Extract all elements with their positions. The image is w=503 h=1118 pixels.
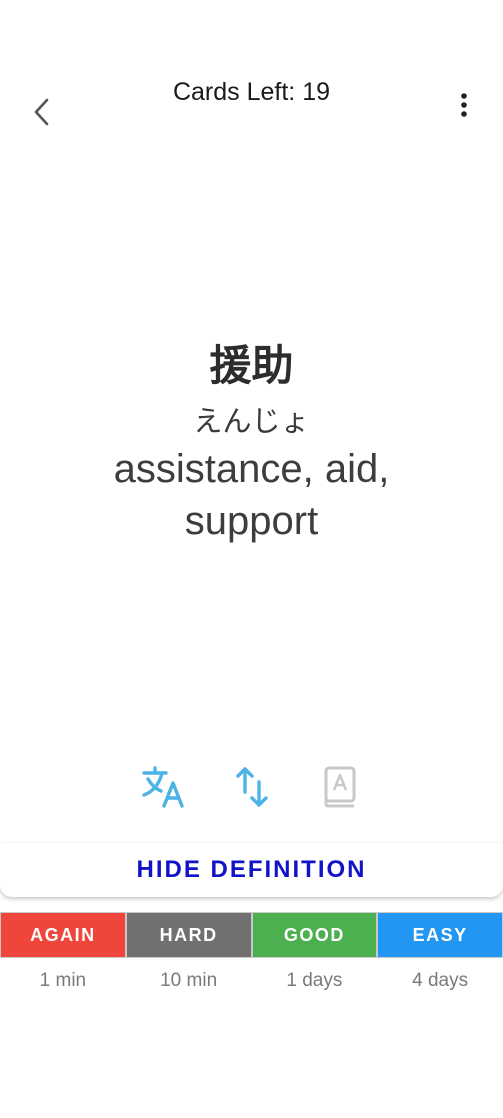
flashcard: 援助 えんじょ assistance, aid, support [0,335,503,547]
grade-intervals: 1 min 10 min 1 days 4 days [0,970,503,992]
good-button[interactable]: GOOD [251,912,378,958]
card-term: 援助 [209,341,294,390]
card-tools [0,762,503,812]
dictionary-book-icon [324,766,355,808]
cards-left-title: Cards Left: 19 [0,78,503,107]
easy-interval: 4 days [412,970,469,991]
grade-buttons: AGAIN HARD GOOD EASY [0,912,503,958]
translate-icon [141,766,184,808]
dictionary-button[interactable] [315,762,365,812]
more-vertical-icon [461,93,467,117]
card-meaning: assistance, aid, support [113,447,390,543]
cards-left-count: 19 [302,78,331,106]
cards-left-label: Cards Left: [172,78,296,106]
swap-card-button[interactable] [227,762,277,812]
swap-vertical-icon [235,767,268,807]
hard-interval: 10 min [160,970,218,991]
again-interval: 1 min [39,970,87,991]
hard-button[interactable]: HARD [125,912,252,958]
translate-button[interactable] [139,762,189,812]
again-button[interactable]: AGAIN [0,912,126,958]
card-reading: えんじょ [193,404,310,438]
overflow-menu-button[interactable] [449,88,479,122]
good-interval: 1 days [286,970,343,991]
top-bar: Cards Left: 19 [0,0,503,150]
easy-button[interactable]: EASY [377,912,503,958]
hide-definition-button[interactable]: HIDE DEFINITION [0,843,503,897]
